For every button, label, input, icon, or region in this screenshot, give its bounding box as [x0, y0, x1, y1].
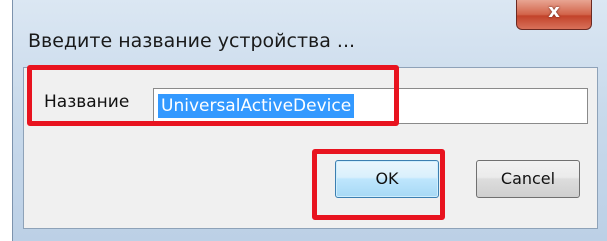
cancel-button[interactable]: Cancel — [476, 160, 580, 198]
name-field-highlight — [27, 65, 399, 126]
close-icon: x — [548, 1, 560, 22]
dialog-title: Введите название устройства ... — [28, 30, 356, 52]
close-button[interactable]: x — [516, 0, 592, 30]
ok-button-highlight — [312, 149, 445, 220]
